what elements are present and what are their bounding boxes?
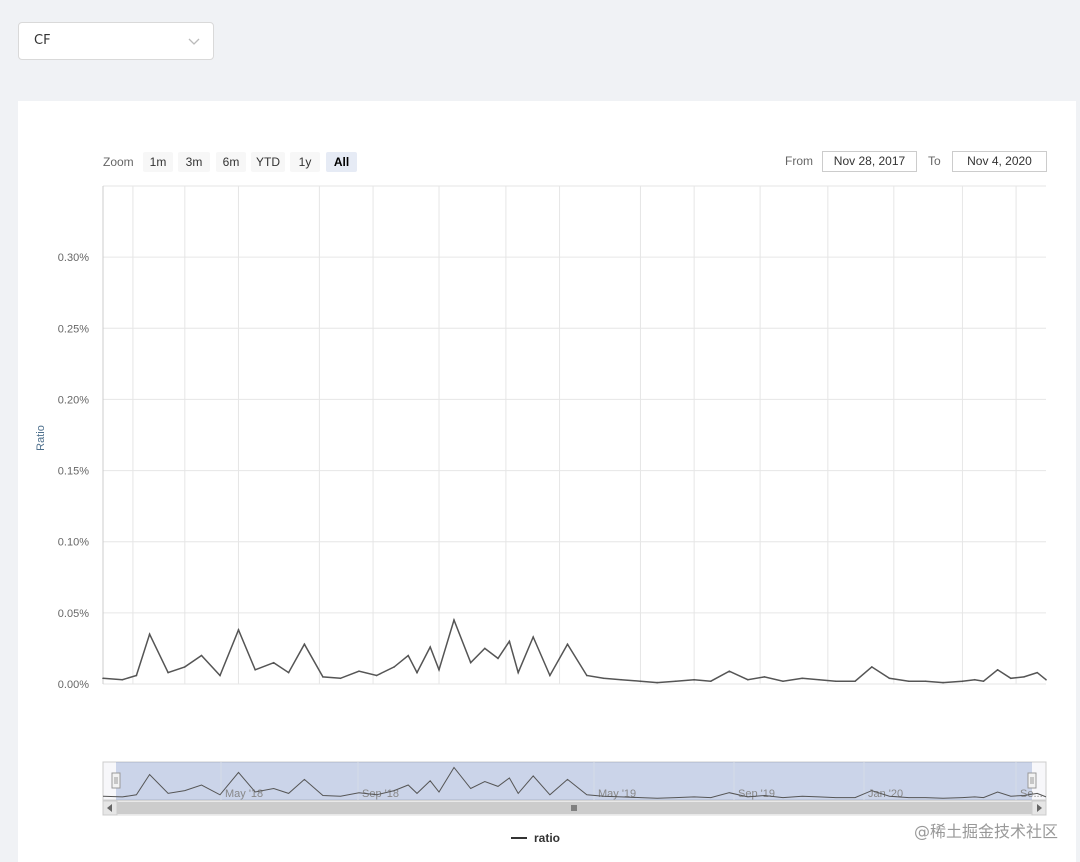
chevron-down-icon (188, 38, 200, 45)
instrument-select[interactable]: CF (18, 22, 214, 60)
watermark: @稀土掘金技术社区 (913, 822, 1058, 841)
zoom-1y-button[interactable]: 1y (290, 152, 320, 172)
from-label: From (785, 154, 813, 168)
zoom-1m-button[interactable]: 1m (143, 152, 173, 172)
chart-card (18, 101, 1076, 862)
zoom-ytd-button[interactable]: YTD (251, 152, 285, 172)
zoom-3m-button[interactable]: 3m (178, 152, 210, 172)
to-label: To (928, 154, 941, 168)
zoom-6m-button[interactable]: 6m (216, 152, 246, 172)
from-date-input[interactable]: Nov 28, 2017 (822, 151, 917, 172)
instrument-select-value: CF (34, 33, 51, 48)
to-date-input[interactable]: Nov 4, 2020 (952, 151, 1047, 172)
zoom-label: Zoom (103, 155, 134, 169)
zoom-all-button[interactable]: All (326, 152, 357, 172)
